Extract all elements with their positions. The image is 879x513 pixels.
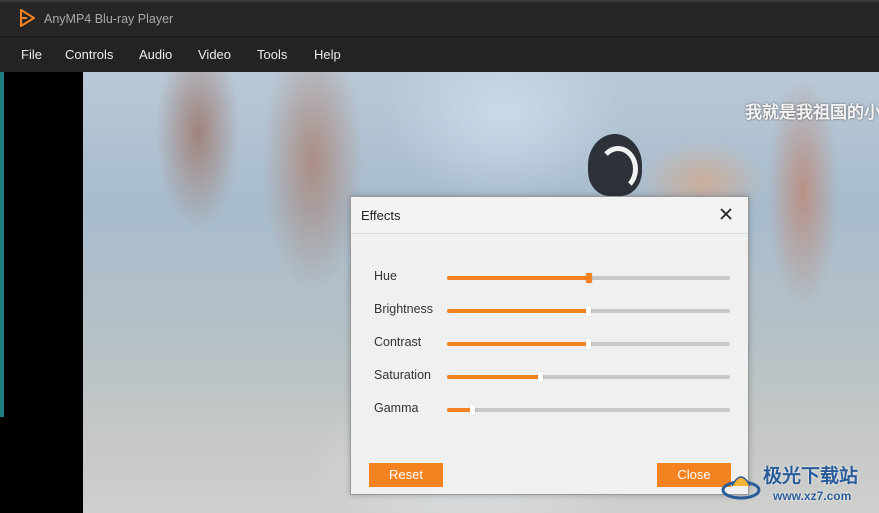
effects-dialog-header: Effects <box>351 197 748 234</box>
brightness-row: Brightness <box>351 300 748 320</box>
menu-controls[interactable]: Controls <box>65 47 113 62</box>
watermark-url: www.xz7.com <box>773 489 852 503</box>
effects-dialog: Effects Hue Brightness Contrast Saturati… <box>350 196 749 495</box>
contrast-slider-fill <box>447 342 589 346</box>
watermark-logo-icon <box>721 476 761 500</box>
hue-slider[interactable] <box>447 273 730 283</box>
menu-help[interactable]: Help <box>314 47 341 62</box>
gamma-label: Gamma <box>374 401 419 415</box>
hue-row: Hue <box>351 267 748 287</box>
brightness-label: Brightness <box>374 302 434 316</box>
contrast-row: Contrast <box>351 333 748 353</box>
gamma-slider[interactable] <box>447 405 730 415</box>
watermark: 极光下载站 www.xz7.com <box>718 456 879 513</box>
menu-file[interactable]: File <box>21 47 42 62</box>
saturation-slider-fill <box>447 375 541 379</box>
title-bar: AnyMP4 Blu-ray Player <box>0 0 879 36</box>
close-icon[interactable] <box>718 206 734 222</box>
contrast-slider-thumb[interactable] <box>586 339 591 349</box>
edge-strip <box>0 72 4 417</box>
contrast-slider[interactable] <box>447 339 730 349</box>
brightness-slider-fill <box>447 309 589 313</box>
menu-tools[interactable]: Tools <box>257 47 287 62</box>
effects-dialog-title: Effects <box>361 208 401 223</box>
gamma-slider-thumb[interactable] <box>469 405 475 415</box>
hue-slider-thumb[interactable] <box>585 273 592 283</box>
contrast-label: Contrast <box>374 335 422 349</box>
menu-audio[interactable]: Audio <box>139 47 172 62</box>
video-subtitle: 我就是我祖国的小 <box>745 103 879 123</box>
app-title: AnyMP4 Blu-ray Player <box>44 12 174 26</box>
saturation-slider-thumb[interactable] <box>537 372 543 382</box>
gamma-row: Gamma <box>351 399 748 419</box>
saturation-label: Saturation <box>374 368 431 382</box>
menu-video[interactable]: Video <box>198 47 231 62</box>
brightness-slider[interactable] <box>447 306 730 316</box>
hue-slider-fill <box>447 276 589 280</box>
menu-bar: File Controls Audio Video Tools Help <box>0 36 879 72</box>
reset-button[interactable]: Reset <box>369 463 443 487</box>
saturation-slider[interactable] <box>447 372 730 382</box>
hue-label: Hue <box>374 269 397 283</box>
watermark-title: 极光下载站 <box>763 465 859 487</box>
gamma-slider-fill <box>447 408 473 412</box>
app-logo-icon <box>20 9 35 27</box>
saturation-row: Saturation <box>351 366 748 386</box>
video-figure <box>588 134 642 196</box>
brightness-slider-thumb[interactable] <box>586 306 591 316</box>
